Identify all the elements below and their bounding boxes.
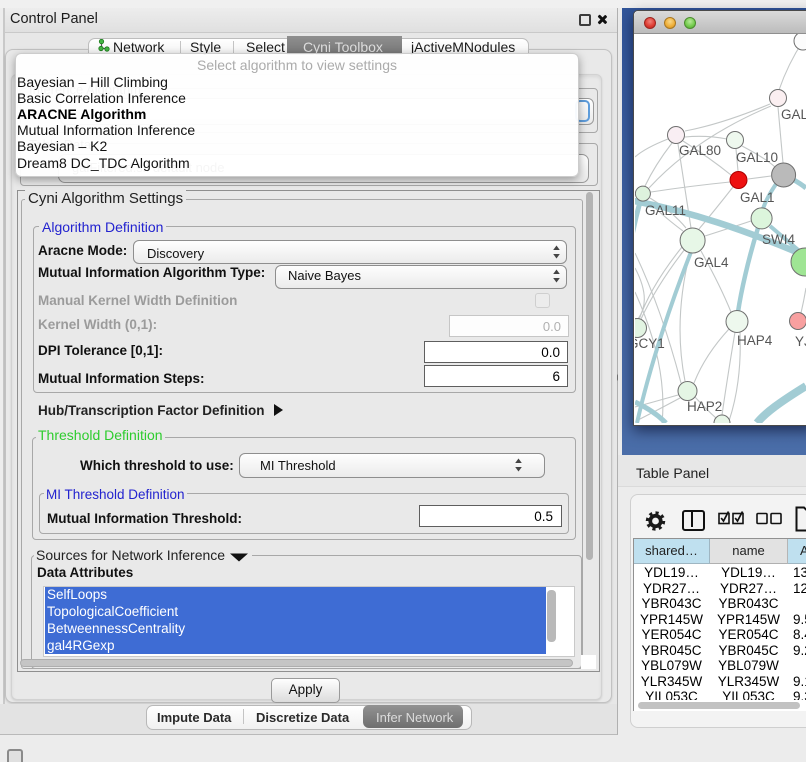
svg-text:GAL2: GAL2: [781, 107, 806, 122]
svg-text:GAL1: GAL1: [740, 190, 775, 205]
svg-text:HAP4: HAP4: [737, 333, 773, 348]
svg-text:YJ: YJ: [795, 334, 806, 349]
svg-text:GAL10: GAL10: [736, 150, 778, 165]
svg-text:GAL11: GAL11: [645, 203, 686, 218]
svg-text:GCY1: GCY1: [635, 336, 665, 351]
svg-text:SWI4: SWI4: [762, 232, 795, 247]
svg-text:GAL4: GAL4: [694, 255, 729, 270]
svg-text:GAL80: GAL80: [679, 143, 721, 158]
svg-text:HAP2: HAP2: [687, 399, 722, 414]
